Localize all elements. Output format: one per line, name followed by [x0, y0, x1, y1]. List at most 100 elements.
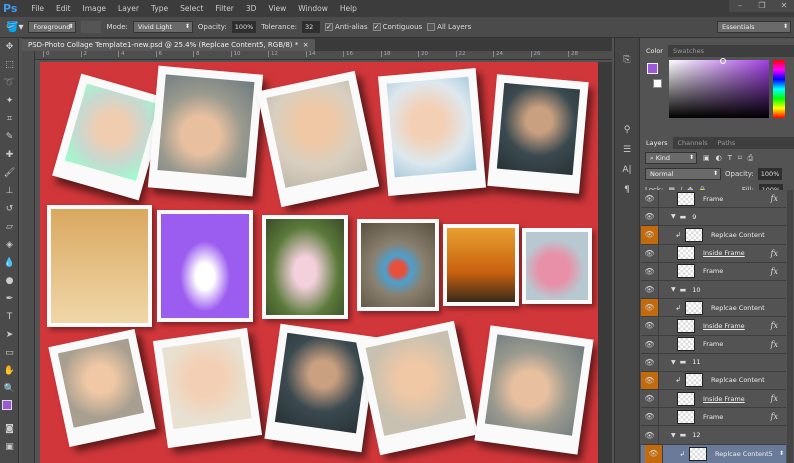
layer-effects-icon[interactable]: fx	[771, 267, 778, 276]
layer-row[interactable]: 👁 Inside Frame fx	[641, 390, 786, 409]
layer-row[interactable]: 👁 Frame fx	[641, 262, 786, 281]
opacity-input[interactable]: 100%	[231, 21, 257, 33]
color-swatches[interactable]	[0, 398, 18, 420]
path-selection-icon[interactable]: ➤	[0, 326, 19, 344]
workspace-select[interactable]: Essentials	[717, 21, 791, 33]
contiguous-checkbox[interactable]: ✓ Contiguous	[372, 23, 422, 31]
photo-frame[interactable]	[357, 219, 439, 311]
restore-button[interactable]: ❐	[751, 0, 773, 12]
visibility-eye-icon[interactable]: 👁	[641, 390, 659, 408]
paragraph-panel-icon[interactable]: ¶	[615, 180, 639, 200]
layer-group-row[interactable]: 👁 ▼ ▬ 10	[641, 280, 786, 300]
filter-type-icon[interactable]: T	[728, 154, 732, 162]
move-tool-icon[interactable]: ✥	[0, 38, 19, 56]
photo-frame[interactable]	[356, 320, 478, 456]
pattern-picker[interactable]	[81, 21, 102, 33]
eraser-icon[interactable]: ▱	[0, 218, 19, 236]
tolerance-input[interactable]: 32	[302, 21, 321, 33]
visibility-eye-icon[interactable]: 👁	[641, 335, 659, 353]
visibility-eye-icon[interactable]: 👁	[641, 244, 659, 262]
character-panel-icon[interactable]: A|	[615, 160, 639, 180]
menu-file[interactable]: File	[25, 4, 50, 13]
fill-source-select[interactable]: Foreground	[28, 21, 77, 33]
expand-triangle-icon[interactable]: ▼	[671, 286, 676, 293]
hue-slider[interactable]	[773, 60, 785, 118]
antialias-checkbox[interactable]: ✓ Anti-alias	[325, 23, 368, 31]
marquee-tool-icon[interactable]: ⬚	[0, 56, 19, 74]
layer-row[interactable]: 👁 ↲ Replcae Content5	[641, 444, 786, 463]
photo-frame[interactable]	[152, 327, 263, 449]
menu-3d[interactable]: 3D	[240, 4, 263, 13]
shape-tool-icon[interactable]: ▭	[0, 344, 19, 362]
foreground-color-swatch[interactable]	[2, 400, 12, 410]
photo-frame[interactable]	[48, 328, 156, 448]
layer-row[interactable]: 👁 Inside Frame fx	[641, 317, 786, 336]
menu-select[interactable]: Select	[174, 4, 209, 13]
color-field[interactable]	[669, 60, 769, 118]
menu-window[interactable]: Window	[292, 4, 334, 13]
layer-effects-icon[interactable]: fx	[771, 412, 778, 421]
photo-frame[interactable]	[474, 325, 594, 455]
filter-pixel-icon[interactable]: ▣	[703, 154, 710, 162]
layer-group-row[interactable]: 👁 ▼ ▬ 11	[641, 353, 786, 372]
visibility-eye-icon[interactable]: 👁	[641, 190, 659, 208]
mode-select[interactable]: Vivid Light	[132, 21, 193, 33]
visibility-eye-icon[interactable]: 👁	[641, 226, 659, 244]
photo-frame[interactable]	[262, 215, 348, 319]
tab-color[interactable]: Color	[641, 45, 668, 57]
screen-mode-icon[interactable]: ▣	[0, 438, 19, 456]
expand-triangle-icon[interactable]: ▼	[671, 359, 676, 366]
layer-effects-icon[interactable]: fx	[771, 394, 778, 403]
layer-row[interactable]: 👁 Frame fx	[641, 335, 786, 354]
quick-mask-icon[interactable]: ◙	[0, 420, 19, 438]
visibility-eye-icon[interactable]: 👁	[641, 353, 659, 371]
layer-row[interactable]: 👁 Frame fx	[641, 190, 786, 209]
hand-tool-icon[interactable]: ✋	[0, 362, 19, 380]
visibility-eye-icon[interactable]: 👁	[645, 444, 663, 463]
menu-layer[interactable]: Layer	[112, 4, 145, 13]
filter-shape-icon[interactable]: ⌑	[738, 154, 742, 162]
close-button[interactable]: ✕	[773, 0, 794, 12]
foreground-color-swatch[interactable]	[647, 63, 658, 74]
layer-effects-icon[interactable]: fx	[771, 249, 778, 258]
layer-opacity-input[interactable]: 100%	[757, 168, 783, 180]
adjustments-icon[interactable]: ☰	[615, 140, 639, 160]
document-canvas[interactable]	[40, 62, 598, 463]
visibility-eye-icon[interactable]: 👁	[641, 408, 659, 426]
layer-effects-icon[interactable]: fx	[771, 194, 778, 203]
clone-stamp-icon[interactable]: ⊥	[0, 182, 19, 200]
layer-row[interactable]: 👁 ↲ Replcae Content	[641, 371, 786, 391]
brush-tool-icon[interactable]: 🖌	[0, 164, 19, 182]
dodge-tool-icon[interactable]: ●	[0, 272, 19, 290]
photo-frame[interactable]	[487, 74, 589, 194]
visibility-eye-icon[interactable]: 👁	[641, 262, 659, 280]
pen-tool-icon[interactable]: ✒	[0, 290, 19, 308]
filter-smart-icon[interactable]: ⎙	[748, 154, 754, 163]
layer-row[interactable]: 👁 ↲ Replcae Content	[641, 299, 786, 318]
visibility-eye-icon[interactable]: 👁	[641, 317, 659, 335]
history-brush-icon[interactable]: ↺	[0, 200, 19, 218]
brush-presets-icon[interactable]: ⚲	[615, 120, 639, 140]
eyedropper-icon[interactable]: ✎	[0, 128, 19, 146]
visibility-eye-icon[interactable]: 👁	[641, 371, 659, 390]
expand-triangle-icon[interactable]: ▼	[671, 213, 676, 220]
visibility-eye-icon[interactable]: 👁	[641, 280, 659, 299]
lasso-tool-icon[interactable]: ➰	[0, 74, 19, 92]
history-panel-icon[interactable]: ⎘	[615, 50, 639, 70]
visibility-eye-icon[interactable]: 👁	[641, 299, 659, 317]
menu-help[interactable]: Help	[334, 4, 363, 13]
layer-group-row[interactable]: 👁 ▼ ▬ 12	[641, 426, 786, 445]
photo-frame[interactable]	[443, 224, 519, 306]
background-color-swatch[interactable]	[653, 79, 662, 88]
menu-filter[interactable]: Filter	[209, 4, 240, 13]
blur-tool-icon[interactable]: 💧	[0, 254, 19, 272]
layers-scrollbar[interactable]	[787, 190, 793, 463]
close-tab-icon[interactable]: ×	[303, 41, 309, 49]
minimize-button[interactable]: –	[729, 0, 751, 12]
photo-frame[interactable]	[147, 65, 264, 197]
photo-frame[interactable]	[377, 67, 487, 197]
document-tab[interactable]: PSD-Photo Collage Template1-new.psd @ 25…	[22, 39, 315, 51]
filter-adjust-icon[interactable]: ◐	[716, 154, 722, 162]
photo-frame[interactable]	[47, 205, 152, 327]
healing-brush-icon[interactable]: ✚	[0, 146, 19, 164]
